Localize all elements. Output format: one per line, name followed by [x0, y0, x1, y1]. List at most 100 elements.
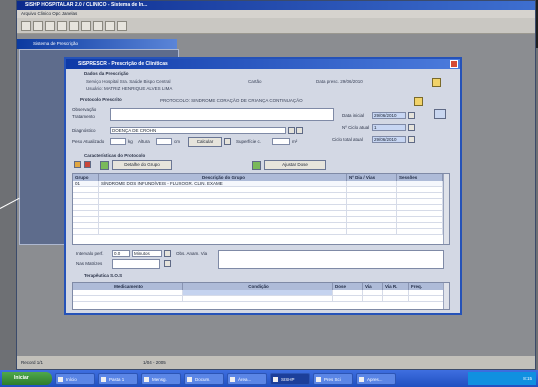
- taskbar-button-2[interactable]: Mensg.: [141, 372, 181, 385]
- observation-field[interactable]: [110, 108, 334, 121]
- taskbar: Iniciar Início Pasta 1 Mensg. Docum. Áre…: [0, 370, 538, 387]
- therapy-header-freq: Freq.: [409, 283, 445, 290]
- diagnosis-search-icon[interactable]: [288, 127, 295, 134]
- protocol-grid-header: Grupo Descrição do Grupo Nº Dia / Vias S…: [73, 174, 449, 181]
- table-row[interactable]: [73, 229, 449, 235]
- hospital-line: Serviço Hospital Sra. Saúde Bispo Centra…: [86, 79, 171, 84]
- obs-field-label: Obs. Anam. Via: [176, 251, 208, 256]
- close-icon[interactable]: [450, 60, 458, 68]
- surface-unit: m²: [292, 139, 298, 144]
- new-icon[interactable]: [21, 21, 31, 31]
- therapy-header-route-r: Via R.: [383, 283, 409, 290]
- obs-label: Observação: [72, 107, 97, 112]
- therapy-header-route: Via: [363, 283, 383, 290]
- cycle-icon[interactable]: [408, 124, 415, 131]
- section-protocol-heading: Características do Protocolo: [84, 153, 146, 158]
- app-menu-bar[interactable]: Arquivo Clinico Opc Janelas: [17, 10, 535, 18]
- dialog-title-bar: SISPRESCR - Prescrição de Cliníticas: [66, 59, 460, 69]
- protocol-grid-scrollbar[interactable]: [443, 174, 449, 244]
- taskbar-button-4[interactable]: Área...: [227, 372, 267, 385]
- grid-header-group: Grupo: [73, 174, 99, 181]
- status-middle: 1/04 - 2005: [143, 360, 166, 365]
- protocol-grid[interactable]: Grupo Descrição do Grupo Nº Dia / Vias S…: [72, 173, 450, 245]
- height-field[interactable]: [156, 138, 172, 145]
- system-tray-clock[interactable]: 8:15: [468, 372, 536, 385]
- add-row-icon[interactable]: [74, 161, 81, 168]
- calculate-button[interactable]: Calcular: [188, 137, 222, 147]
- copy-icon[interactable]: [81, 21, 91, 31]
- start-date-label: Data inicial: [342, 113, 365, 118]
- card-label: Cartão: [248, 79, 262, 84]
- therapy-grid[interactable]: Medicamento Condição Dose Via Via R. Fre…: [72, 282, 450, 310]
- diagnosis-label: Diagnóstico: [72, 128, 96, 133]
- cycle-field[interactable]: 1: [372, 124, 406, 131]
- therapy-header-medication: Medicamento: [73, 283, 183, 290]
- interval-field[interactable]: 0.0: [112, 250, 130, 257]
- grid-cell-days: [347, 181, 397, 186]
- start-button[interactable]: Iniciar: [2, 372, 52, 385]
- surface-label: Superfície c.: [236, 139, 262, 144]
- therapy-header-dose: Dose: [333, 283, 363, 290]
- height-label: Altura: [138, 139, 150, 144]
- print-icon[interactable]: [432, 78, 441, 87]
- cut-icon[interactable]: [69, 21, 79, 31]
- therapy-header-condition: Condição: [183, 283, 333, 290]
- weight-unit: kg: [128, 139, 133, 144]
- notes-icon[interactable]: [164, 260, 171, 267]
- save-icon[interactable]: [45, 21, 55, 31]
- obs-anam-field[interactable]: [218, 250, 444, 269]
- therapy-grid-scrollbar[interactable]: [443, 283, 449, 309]
- interval-label: Intervalo perf.: [76, 251, 104, 256]
- adjust-dose-button[interactable]: Ajustar Dose: [264, 160, 326, 170]
- grid-cell-sessions: [397, 181, 443, 186]
- notes-label: Nas Matrizes: [76, 261, 103, 266]
- open-icon[interactable]: [33, 21, 43, 31]
- total-cycles-icon[interactable]: [408, 136, 415, 143]
- dose-icon[interactable]: [252, 161, 261, 170]
- group-icon[interactable]: [100, 161, 109, 170]
- notes-field[interactable]: [112, 259, 160, 269]
- diagnosis-clear-icon[interactable]: [296, 127, 303, 134]
- interval-unit-select[interactable]: Minutos: [132, 250, 162, 257]
- taskbar-button-1[interactable]: Pasta 1: [98, 372, 138, 385]
- surface-field[interactable]: [272, 138, 290, 145]
- grid-cell-group: 01: [73, 181, 99, 186]
- treatment-label: Tratamento: [72, 114, 95, 119]
- app-toolbar: [17, 18, 535, 34]
- prescription-dialog: SISPRESCR - Prescrição de Cliníticas Dad…: [64, 57, 462, 315]
- section-therapy-heading: Terapêutica S.O.S: [84, 273, 123, 278]
- weight-label: Peso Atualizado: [72, 139, 105, 144]
- total-cycles-label: Ciclo total atual: [332, 137, 363, 142]
- print-icon[interactable]: [57, 21, 67, 31]
- total-cycles-field[interactable]: 29/06/2010: [372, 136, 406, 143]
- protocol-search-icon[interactable]: [414, 97, 423, 106]
- app-title-bar: SISHP HOSPITALAR 2.0 / CLINICO - Sistema…: [17, 1, 535, 10]
- section-data-heading: Dados da Prescrição: [84, 71, 129, 76]
- calendar-icon[interactable]: [408, 112, 415, 119]
- date-label: Data presc. 29/06/2010: [316, 79, 363, 84]
- side-panel-icon[interactable]: [434, 109, 446, 119]
- find-icon[interactable]: [105, 21, 115, 31]
- grid-cell-description: SÍNDROME DOS INFUNDÍVEIS - FLUXOGR. CLIN…: [99, 181, 347, 186]
- grid-header-sessions: Sessões: [397, 174, 443, 181]
- cycle-label: Nº Ciclo atual: [342, 125, 370, 130]
- taskbar-button-3[interactable]: Docum.: [184, 372, 224, 385]
- status-left: Record 1/1: [21, 360, 44, 365]
- help-icon[interactable]: [117, 21, 127, 31]
- subwindow-title[interactable]: Sistema de Prescrição: [17, 39, 177, 49]
- taskbar-button-6[interactable]: Pres Sci: [313, 372, 353, 385]
- diagnosis-field[interactable]: DOENÇA DE CROHN: [110, 127, 286, 134]
- taskbar-button-7[interactable]: Apres...: [356, 372, 396, 385]
- taskbar-button-0[interactable]: Início: [55, 372, 95, 385]
- calculator-icon[interactable]: [224, 138, 231, 145]
- weight-field[interactable]: [110, 138, 126, 145]
- chevron-down-icon[interactable]: [164, 250, 171, 257]
- delete-row-icon[interactable]: [84, 161, 91, 168]
- taskbar-button-5[interactable]: SISHP: [270, 372, 310, 385]
- section-prescription-heading: Protocolo Prescrito: [80, 97, 122, 102]
- table-row[interactable]: [73, 296, 449, 302]
- status-bar: Record 1/1 1/04 - 2005: [17, 356, 535, 369]
- group-detail-button[interactable]: Detalhe do Grupo: [112, 160, 172, 170]
- start-date-field[interactable]: 29/06/2010: [372, 112, 406, 119]
- paste-icon[interactable]: [93, 21, 103, 31]
